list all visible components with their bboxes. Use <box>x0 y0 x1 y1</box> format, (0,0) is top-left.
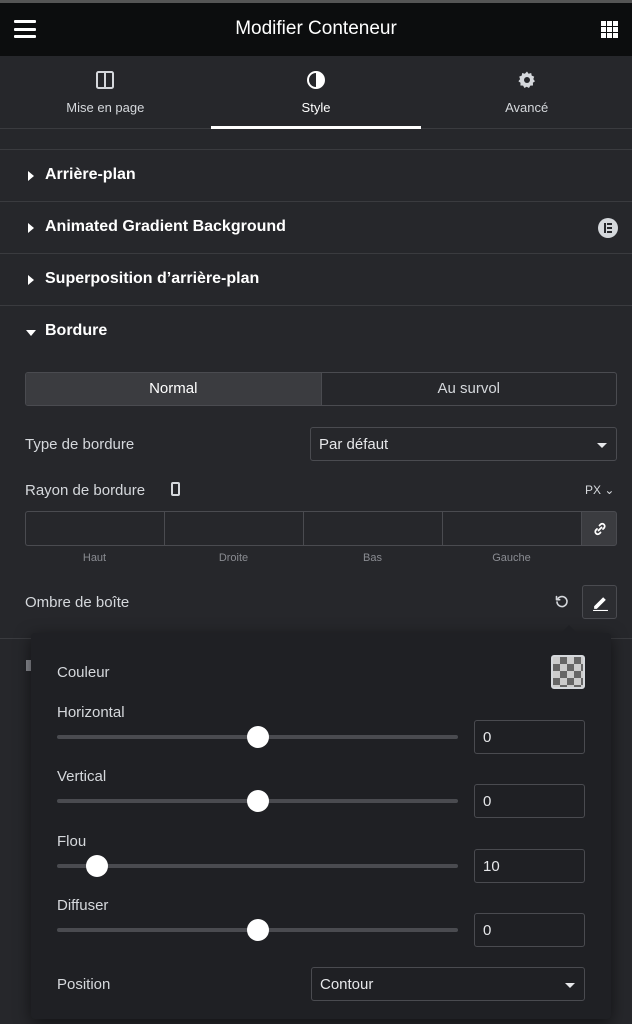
unit-selector[interactable]: PX ⌄ <box>585 483 614 497</box>
reset-icon[interactable] <box>555 595 569 609</box>
horizontal-value: 0 <box>483 729 492 746</box>
spread-label: Diffuser <box>57 897 109 914</box>
border-type-label: Type de bordure <box>25 436 135 453</box>
layout-columns-icon <box>96 71 115 89</box>
spread-value: 0 <box>483 922 492 939</box>
link-values-button[interactable] <box>581 511 617 546</box>
unit-value: PX <box>585 483 602 497</box>
section-title: Animated Gradient Background <box>45 218 286 235</box>
slider-handle[interactable] <box>246 790 269 812</box>
section-title: Bordure <box>45 322 108 339</box>
position-select[interactable]: Contour <box>311 967 585 1001</box>
tab-advanced-label: Avancé <box>505 100 549 115</box>
chevron-down-icon <box>597 443 607 448</box>
section-background-overlay[interactable]: Superposition d’arrière-plan <box>0 254 632 306</box>
horizontal-slider[interactable] <box>57 726 458 748</box>
gear-icon <box>518 71 535 88</box>
position-label: Position <box>57 976 111 993</box>
color-picker-swatch[interactable] <box>551 655 585 689</box>
tab-layout[interactable]: Mise en page <box>0 56 211 128</box>
vertical-input[interactable]: 0 <box>474 784 585 818</box>
blur-input[interactable]: 10 <box>474 849 585 883</box>
vertical-slider[interactable] <box>57 790 458 812</box>
state-toggle: Normal Au survol <box>25 372 617 406</box>
tab-style[interactable]: Style <box>210 56 422 129</box>
caret-down-icon <box>26 330 36 336</box>
state-hover-button[interactable]: Au survol <box>322 373 617 405</box>
chevron-down-icon <box>565 983 575 988</box>
caret-right-icon <box>28 275 34 285</box>
slider-handle[interactable] <box>246 726 269 748</box>
box-shadow-label: Ombre de boîte <box>25 594 130 611</box>
section-title: Superposition d’arrière-plan <box>45 270 260 287</box>
grid-icon[interactable] <box>601 21 618 38</box>
tab-style-label: Style <box>301 100 331 115</box>
half-circle-icon <box>307 71 325 89</box>
spread-slider[interactable] <box>57 919 458 941</box>
section-background[interactable]: Arrière-plan <box>0 150 632 202</box>
tab-advanced[interactable]: Avancé <box>421 56 632 128</box>
horizontal-input[interactable]: 0 <box>474 720 585 754</box>
mobile-device-icon[interactable] <box>171 482 180 496</box>
editor-header: Modifier Conteneur <box>0 0 632 56</box>
caret-right-icon <box>28 171 34 181</box>
blur-value: 10 <box>483 858 500 875</box>
caret-right-icon <box>28 223 34 233</box>
vertical-label: Vertical <box>57 768 107 785</box>
blur-slider[interactable] <box>57 855 458 877</box>
horizontal-label: Horizontal <box>57 704 125 721</box>
border-radius-inputs <box>25 511 617 546</box>
section-animated-gradient[interactable]: Animated Gradient Background <box>0 202 632 254</box>
elementor-badge-icon <box>598 218 618 238</box>
box-shadow-popover: Couleur Horizontal 0 Vertical 0 Flou 10 … <box>31 625 611 1019</box>
radius-bottom-label: Bas <box>363 552 382 564</box>
radius-left-label: Gauche <box>492 552 531 564</box>
edit-shadow-button[interactable] <box>582 585 617 619</box>
border-radius-label: Rayon de bordure <box>25 482 146 499</box>
border-type-value: Par défaut <box>319 436 389 453</box>
state-normal-button[interactable]: Normal <box>26 373 322 405</box>
panel-tabs: Mise en page Style Avancé <box>0 56 632 129</box>
link-icon <box>594 522 606 536</box>
position-value: Contour <box>320 976 374 993</box>
pencil-icon <box>593 597 608 611</box>
spread-input[interactable]: 0 <box>474 913 585 947</box>
blur-label: Flou <box>57 833 87 850</box>
border-type-select[interactable]: Par défaut <box>310 427 617 461</box>
radius-right-input[interactable] <box>164 511 303 546</box>
radius-right-label: Droite <box>218 552 249 564</box>
radius-top-input[interactable] <box>25 511 164 546</box>
slider-handle[interactable] <box>246 919 269 941</box>
radius-top-label: Haut <box>82 552 107 564</box>
slider-handle[interactable] <box>86 855 109 877</box>
tab-layout-label: Mise en page <box>66 100 145 115</box>
radius-left-input[interactable] <box>442 511 581 546</box>
color-label: Couleur <box>57 664 110 681</box>
section-title: Arrière-plan <box>45 166 136 183</box>
radius-bottom-input[interactable] <box>303 511 442 546</box>
panel-title: Modifier Conteneur <box>235 18 397 39</box>
vertical-value: 0 <box>483 793 492 810</box>
section-border[interactable]: Bordure <box>0 306 632 358</box>
